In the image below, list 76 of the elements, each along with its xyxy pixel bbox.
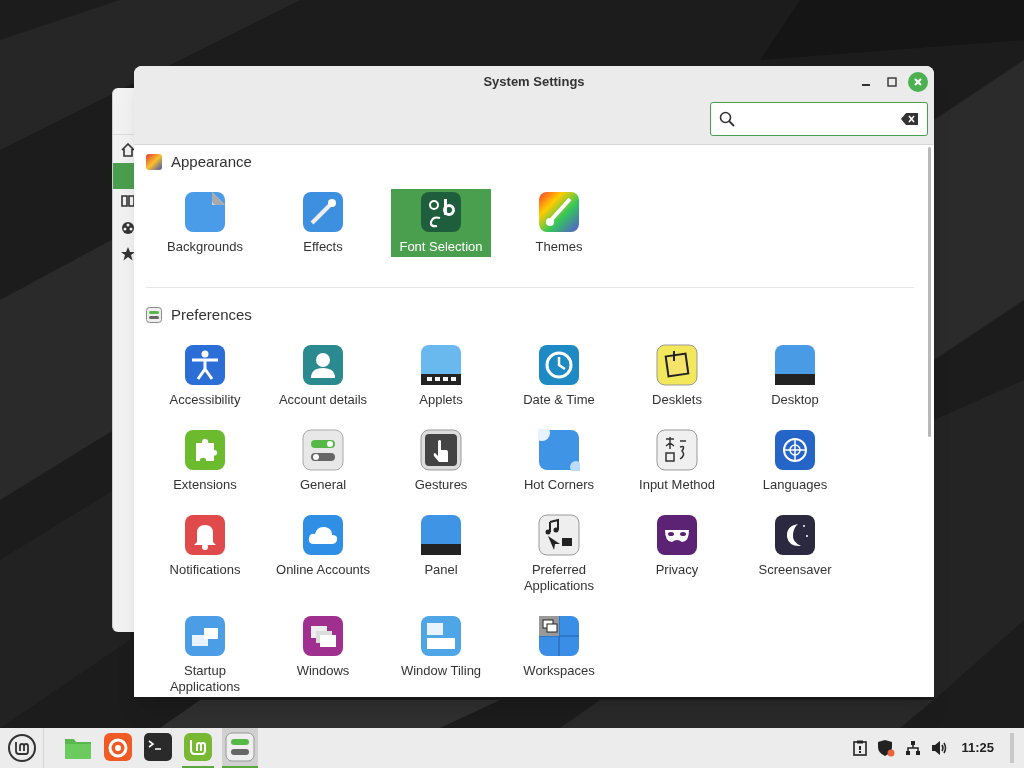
settings-item[interactable]: Privacy: [627, 512, 727, 596]
paper-icon: [184, 191, 226, 234]
settings-item[interactable]: Online Accounts: [273, 512, 373, 596]
globe-icon: [774, 429, 816, 471]
tiles-icon: [420, 615, 462, 657]
clipboard-icon[interactable]: [853, 740, 868, 756]
settings-item[interactable]: Gestures: [391, 427, 491, 495]
palette-icon: [146, 154, 162, 171]
section-heading: Preferences: [171, 304, 252, 325]
settings-item[interactable]: Desklets: [627, 342, 727, 410]
settings-item[interactable]: Date & Time: [509, 342, 609, 410]
moon-icon: [774, 514, 816, 556]
search-field[interactable]: [710, 102, 928, 136]
settings-item[interactable]: Preferred Applications: [509, 512, 609, 596]
settings-item[interactable]: Hot Corners: [509, 427, 609, 495]
search-icon: [719, 111, 735, 127]
settings-item[interactable]: Applets: [391, 342, 491, 410]
puzzle-icon: [184, 429, 226, 471]
mint-icon: [182, 731, 214, 763]
scrollbar[interactable]: [928, 147, 931, 437]
settings-item[interactable]: Accessibility: [155, 342, 255, 410]
settings-item[interactable]: Startup Applications: [155, 613, 255, 697]
cloud-icon: [302, 514, 344, 556]
clear-icon[interactable]: [901, 113, 919, 125]
bell-icon: [184, 514, 226, 556]
media-icon: [538, 514, 580, 556]
toggles-icon: [302, 429, 344, 471]
maximize-icon: [887, 77, 897, 87]
clock[interactable]: 11:25: [961, 738, 994, 758]
terminal-icon: [142, 731, 174, 763]
corners-icon: [538, 429, 580, 471]
settings-item[interactable]: Desktop: [745, 342, 845, 410]
settings-item[interactable]: Window Tiling: [391, 613, 491, 697]
close-button[interactable]: [908, 72, 928, 92]
settings-item[interactable]: Workspaces: [509, 613, 609, 697]
book-icon: [121, 195, 135, 207]
settings-item[interactable]: Themes: [509, 189, 609, 258]
settings-item[interactable]: Windows: [273, 613, 373, 697]
windows-stack-icon: [302, 615, 344, 657]
section-heading: Appearance: [171, 151, 252, 172]
sidebar-item[interactable]: [113, 163, 135, 189]
toggles-icon: [146, 307, 162, 323]
settings-item[interactable]: General: [273, 427, 373, 495]
user-icon: [302, 344, 344, 386]
wand-icon: [302, 191, 344, 234]
settings-item[interactable]: Account details: [273, 342, 373, 410]
grid-icon: [538, 615, 580, 657]
settings-item[interactable]: Languages: [745, 427, 845, 495]
star-icon: [121, 247, 135, 261]
home-icon: [121, 143, 135, 157]
minimize-icon: [862, 84, 870, 86]
close-icon: [913, 77, 923, 87]
reel-icon: [121, 221, 135, 235]
person-icon: [184, 344, 226, 386]
toggles-icon: [224, 731, 256, 763]
network-icon[interactable]: [905, 740, 922, 756]
settings-item[interactable]: Backgrounds: [155, 189, 255, 258]
panel-icon: [420, 344, 462, 386]
script-icon: [656, 429, 698, 471]
settings-item[interactable]: Notifications: [155, 512, 255, 596]
brush-icon: [538, 191, 580, 234]
taskbar-icon: [420, 514, 462, 556]
windows-icon: [184, 615, 226, 657]
shield-icon[interactable]: [877, 739, 896, 757]
settings-item[interactable]: Input Method: [627, 427, 727, 495]
note-icon: [656, 344, 698, 386]
window-title: System Settings: [483, 73, 585, 92]
font-icon: [420, 191, 462, 234]
settings-item[interactable]: Extensions: [155, 427, 255, 495]
settings-item[interactable]: Screensaver: [745, 512, 845, 596]
pointer-icon: [420, 429, 462, 471]
desktop-icon: [774, 344, 816, 386]
clock-icon: [538, 344, 580, 386]
settings-item[interactable]: Effects: [273, 189, 373, 258]
settings-item[interactable]: Panel: [391, 512, 491, 596]
mask-icon: [656, 514, 698, 556]
